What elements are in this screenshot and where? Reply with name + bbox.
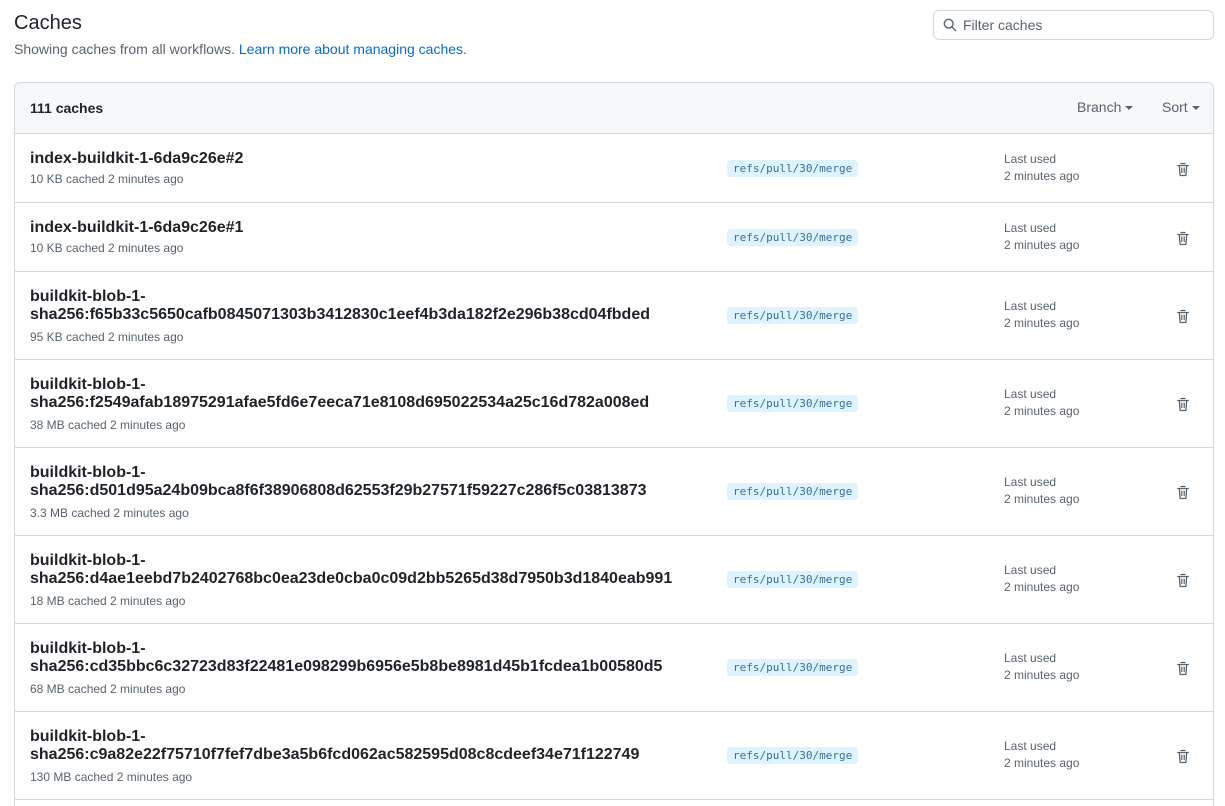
filter-caches-box[interactable] (933, 10, 1214, 40)
trash-icon (1177, 661, 1189, 676)
last-used-time: 2 minutes ago (1004, 404, 1080, 418)
caches-count: 111 caches (30, 100, 104, 116)
last-used-label: Last used (1004, 563, 1057, 577)
last-used-label: Last used (1004, 387, 1057, 401)
last-used-time: 2 minutes ago (1004, 756, 1080, 770)
delete-cache-button[interactable] (1175, 660, 1191, 676)
cache-row: index-buildkit-1-6da9c26e#1 10 KB cached … (15, 203, 1213, 272)
branch-ref-badge: refs/pull/30/merge (727, 659, 859, 676)
cache-key-line: sha256:cd35bbc6c32723d83f22481e098299b69… (30, 658, 663, 675)
cache-key-line: buildkit-blob-1- (30, 552, 146, 569)
last-used-info: Last used 2 minutes ago (1004, 298, 1079, 332)
cache-row: buildkit-blob-1- sha256:f65b33c5650cafb08… (15, 272, 1213, 360)
cache-size-age: 95 KB cached 2 minutes ago (30, 330, 184, 344)
chevron-down-icon (1125, 105, 1134, 110)
last-used-time: 2 minutes ago (1004, 492, 1080, 506)
trash-icon (1177, 231, 1189, 246)
branch-ref-badge: refs/pull/30/merge (727, 747, 859, 764)
last-used-info: Last used 2 minutes ago (1004, 562, 1079, 596)
chevron-down-icon (1191, 105, 1200, 110)
cache-key-line: buildkit-blob-1- (30, 640, 146, 657)
last-used-time: 2 minutes ago (1004, 668, 1080, 682)
cache-size-age: 18 MB cached 2 minutes ago (30, 594, 186, 608)
last-used-label: Last used (1004, 475, 1057, 489)
page-subtitle: Showing caches from all workflows. Learn… (14, 41, 467, 57)
cache-row: index-buildkit-1-6da9c26e#2 10 KB cached … (15, 134, 1213, 203)
branch-ref-badge: refs/pull/30/merge (727, 483, 859, 500)
last-used-info: Last used 2 minutes ago (1004, 738, 1079, 772)
last-used-label: Last used (1004, 651, 1057, 665)
last-used-time: 2 minutes ago (1004, 316, 1080, 330)
caches-list-header: 111 caches Branch Sort (15, 83, 1213, 134)
cache-key-line: sha256:c9a82e22f75710f7fef7dbe3a5b6fcd06… (30, 746, 640, 763)
trash-icon (1177, 397, 1189, 412)
last-used-label: Last used (1004, 152, 1057, 166)
cache-key-line: index-buildkit-1-6da9c26e#1 (30, 219, 244, 236)
branch-ref-badge: refs/pull/30/merge (727, 229, 859, 246)
cache-row: buildkit-blob-1- sha256:d4ae1eebd7b240276… (15, 536, 1213, 624)
delete-cache-button[interactable] (1175, 396, 1191, 412)
last-used-label: Last used (1004, 221, 1057, 235)
branch-filter-label: Branch (1077, 99, 1122, 115)
trash-icon (1177, 485, 1189, 500)
cache-size-age: 130 MB cached 2 minutes ago (30, 770, 193, 784)
delete-cache-button[interactable] (1175, 308, 1191, 324)
last-used-label: Last used (1004, 299, 1057, 313)
trash-icon (1177, 573, 1189, 588)
branch-ref-badge: refs/pull/30/merge (727, 307, 859, 324)
search-icon (943, 18, 957, 32)
delete-cache-button[interactable] (1175, 484, 1191, 500)
trash-icon (1177, 749, 1189, 764)
delete-cache-button[interactable] (1175, 748, 1191, 764)
branch-ref-badge: refs/pull/30/merge (727, 395, 859, 412)
trash-icon (1177, 309, 1189, 324)
cache-row: buildkit-blob-1- sha256:cd35bbc6c32723d83… (15, 624, 1213, 712)
cache-size-age: 3.3 MB cached 2 minutes ago (30, 506, 189, 520)
delete-cache-button[interactable] (1175, 572, 1191, 588)
sort-label: Sort (1162, 99, 1188, 115)
last-used-info: Last used 2 minutes ago (1004, 650, 1079, 684)
cache-size-age: 10 KB cached 2 minutes ago (30, 172, 184, 186)
last-used-label: Last used (1004, 739, 1057, 753)
last-used-info: Last used 2 minutes ago (1004, 151, 1079, 185)
branch-ref-badge: refs/pull/30/merge (727, 571, 859, 588)
cache-key-line: buildkit-blob-1- (30, 288, 146, 305)
subtitle-text: Showing caches from all workflows. (14, 41, 239, 57)
cache-rows: index-buildkit-1-6da9c26e#2 10 KB cached … (15, 134, 1213, 800)
cache-key-line: buildkit-blob-1- (30, 728, 146, 745)
filter-caches-input[interactable] (963, 17, 1203, 33)
cache-key-line: buildkit-blob-1- (30, 376, 146, 393)
page-title: Caches (14, 12, 82, 34)
last-used-time: 2 minutes ago (1004, 580, 1080, 594)
last-used-info: Last used 2 minutes ago (1004, 474, 1079, 508)
cache-row: buildkit-blob-1- sha256:d501d95a24b09bca8… (15, 448, 1213, 536)
trash-icon (1177, 162, 1189, 177)
cache-size-age: 38 MB cached 2 minutes ago (30, 418, 186, 432)
branch-filter-button[interactable]: Branch (1077, 99, 1134, 115)
cache-size-age: 10 KB cached 2 minutes ago (30, 241, 184, 255)
caches-list: 111 caches Branch Sort index-buildkit-1-… (14, 82, 1214, 806)
cache-key-line: index-buildkit-1-6da9c26e#2 (30, 150, 244, 167)
cache-key-line: sha256:d501d95a24b09bca8f6f38906808d6255… (30, 482, 647, 499)
cache-row: buildkit-blob-1- sha256:f2549afab18975291… (15, 360, 1213, 448)
cache-key-line: sha256:d4ae1eebd7b2402768bc0ea23de0cba0c… (30, 570, 673, 587)
sort-button[interactable]: Sort (1162, 99, 1200, 115)
delete-cache-button[interactable] (1175, 161, 1191, 177)
delete-cache-button[interactable] (1175, 230, 1191, 246)
last-used-time: 2 minutes ago (1004, 238, 1080, 252)
last-used-time: 2 minutes ago (1004, 169, 1080, 183)
last-used-info: Last used 2 minutes ago (1004, 386, 1079, 420)
learn-more-link[interactable]: Learn more about managing caches. (239, 41, 467, 57)
cache-key-line: sha256:f65b33c5650cafb0845071303b3412830… (30, 306, 650, 323)
cache-row: buildkit-blob-1- sha256:c9a82e22f75710f7f… (15, 712, 1213, 800)
cache-key-line: sha256:f2549afab18975291afae5fd6e7eeca71… (30, 394, 650, 411)
cache-key-line: buildkit-blob-1- (30, 464, 146, 481)
cache-size-age: 68 MB cached 2 minutes ago (30, 682, 186, 696)
branch-ref-badge: refs/pull/30/merge (727, 160, 859, 177)
last-used-info: Last used 2 minutes ago (1004, 220, 1079, 254)
